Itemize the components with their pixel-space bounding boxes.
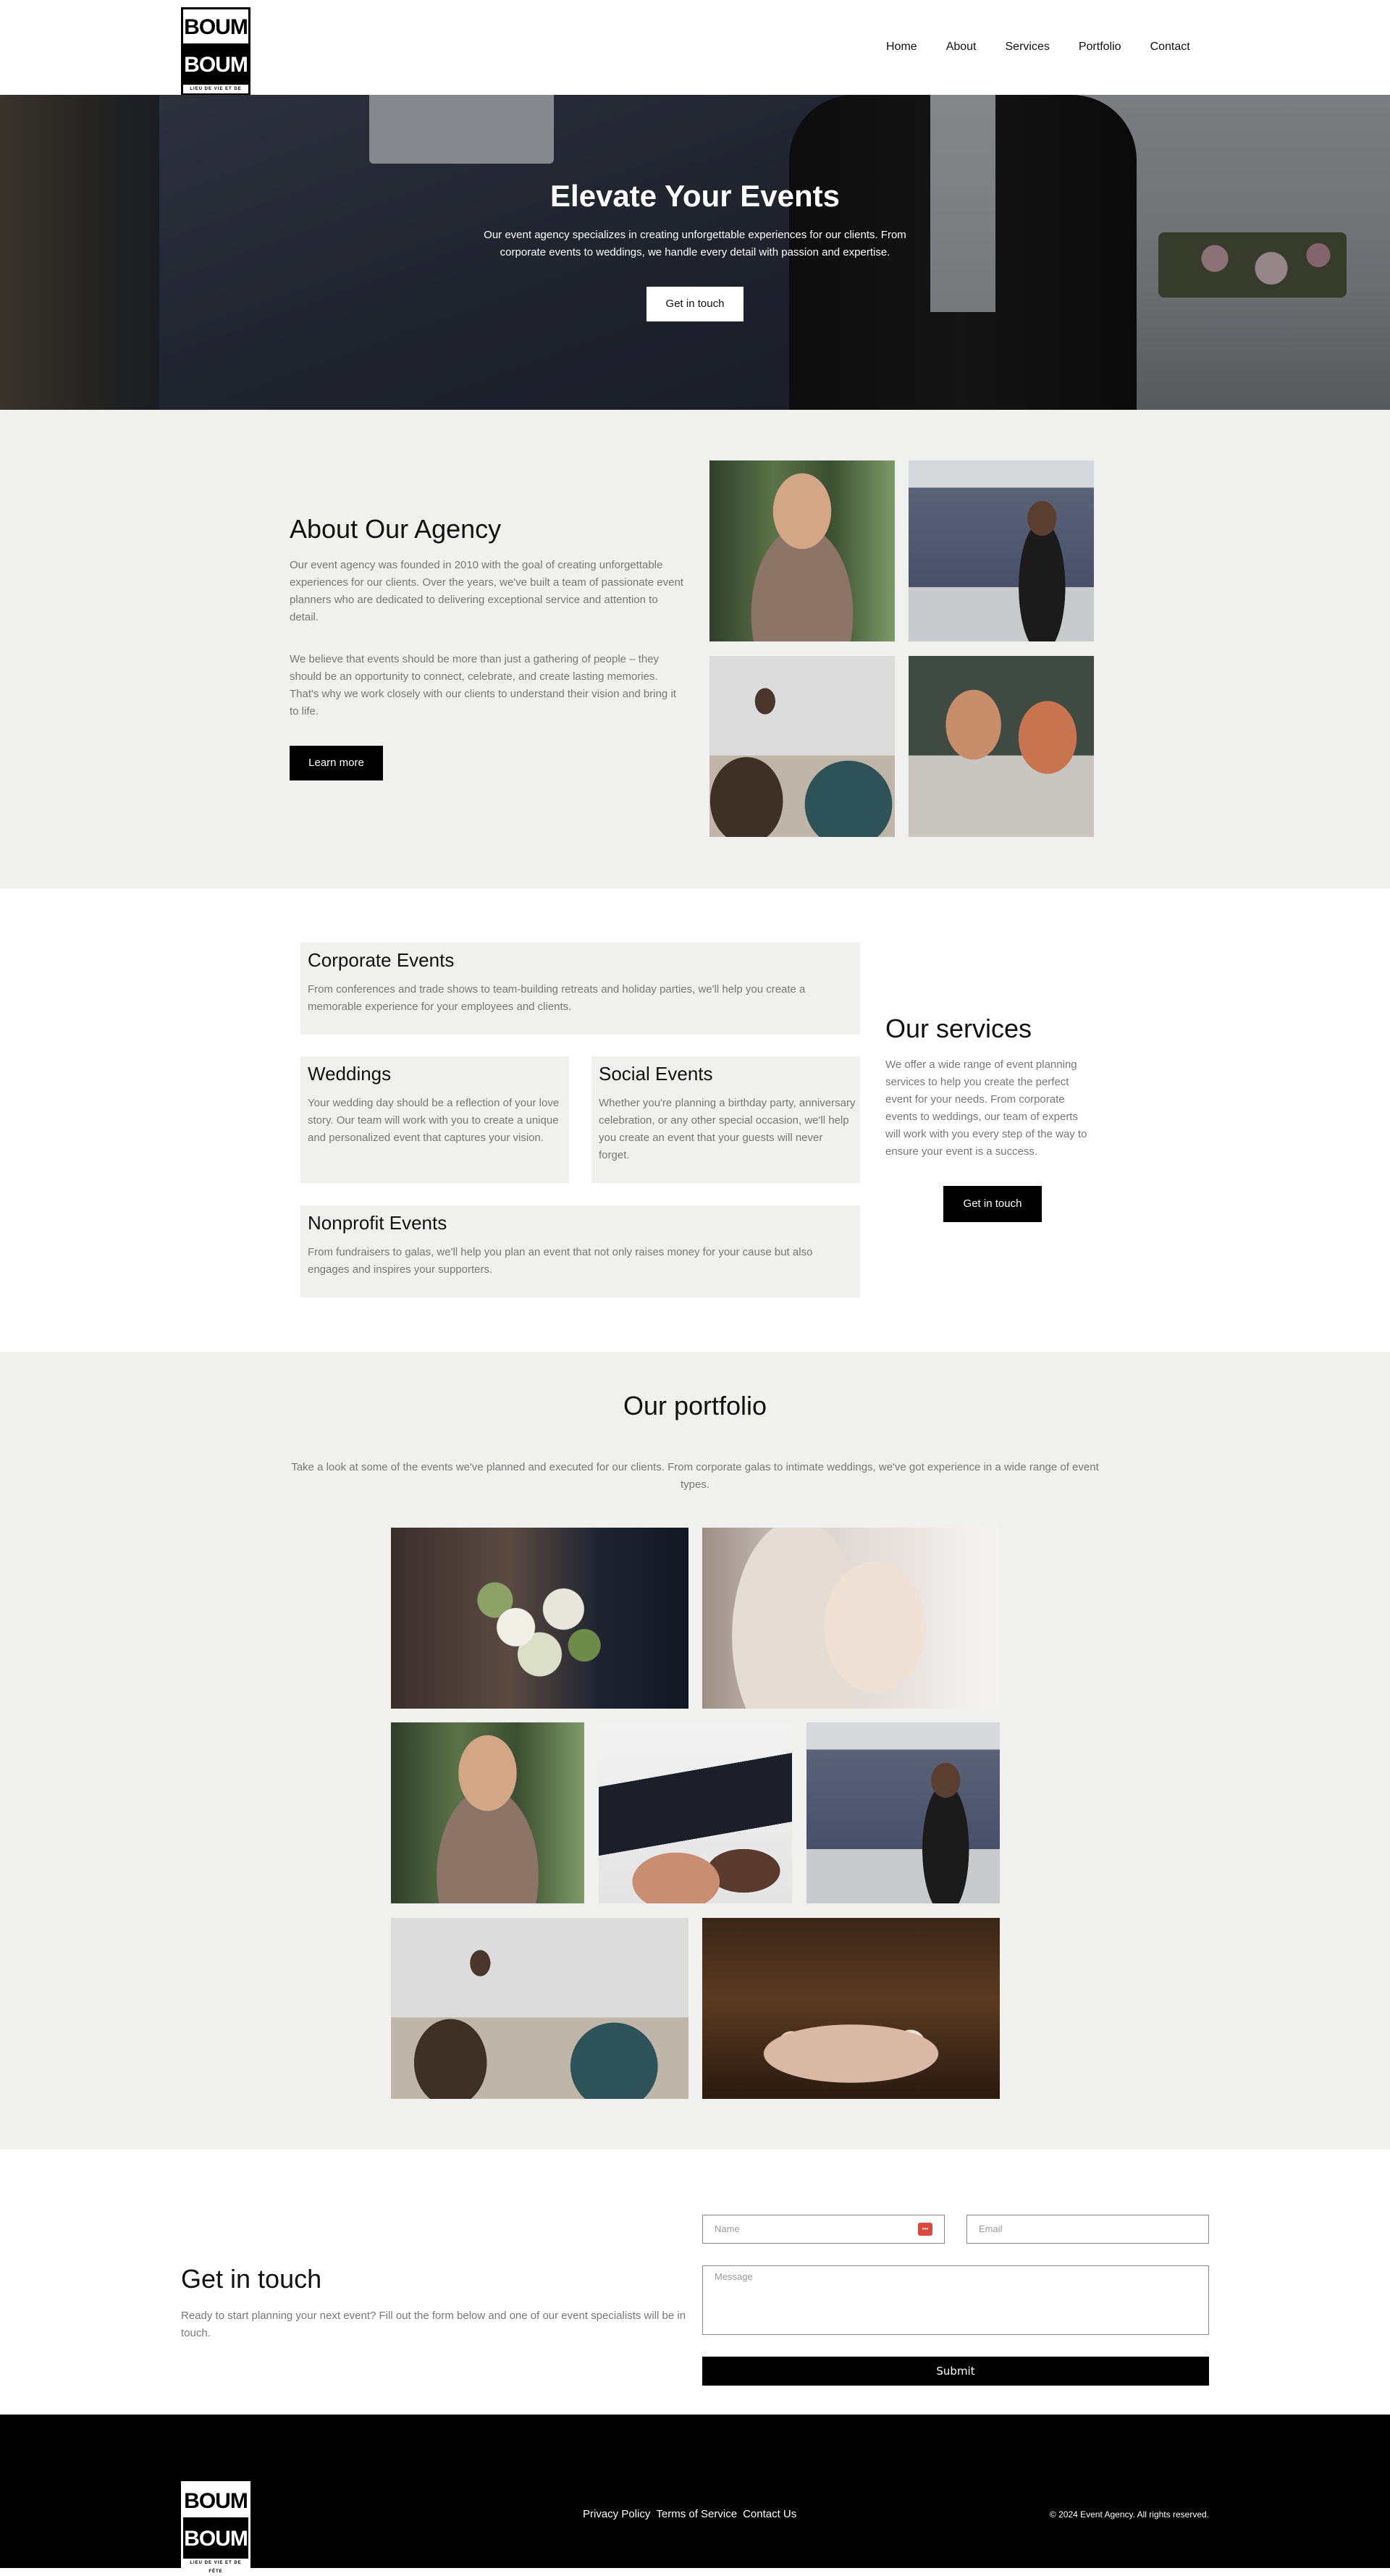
site-header: BOUM BOUM LIEU DE VIE ET DE FÊTE Home Ab… <box>0 0 1390 100</box>
about-photo-businesswoman <box>709 460 895 641</box>
logo-text-bottom: BOUM <box>183 46 248 85</box>
portfolio-photo-reception[interactable] <box>702 1918 1000 2099</box>
portfolio-photo-bouquet[interactable] <box>391 1528 688 1709</box>
footer-logo[interactable]: BOUM BOUM LIEU DE VIE ET DE FÊTE <box>181 2481 250 2574</box>
logo-tagline: LIEU DE VIE ET DE FÊTE <box>183 2559 248 2574</box>
name-placeholder: Name <box>715 2223 740 2234</box>
portfolio-section: Our portfolio Take a look at some of the… <box>0 1352 1390 2150</box>
contact-title: Get in touch <box>181 2264 322 2294</box>
logo-text-top: BOUM <box>183 9 248 46</box>
portfolio-photo-businesswoman[interactable] <box>391 1722 584 1903</box>
about-photo-meeting <box>909 656 1094 837</box>
service-card-social: Social Events Whether you're planning a … <box>591 1056 860 1183</box>
portfolio-title: Our portfolio <box>623 1391 767 1420</box>
logo-tagline: LIEU DE VIE ET DE FÊTE <box>183 85 248 100</box>
portfolio-photo-audience[interactable] <box>391 1918 688 2099</box>
about-photo-audience <box>709 656 895 837</box>
main-nav: Home About Services Portfolio Contact <box>886 39 1190 55</box>
service-card-text: Your wedding day should be a reflection … <box>308 1097 560 1144</box>
portfolio-photo-presenter[interactable] <box>806 1722 1000 1903</box>
service-card-weddings: Weddings Your wedding day should be a re… <box>300 1056 569 1183</box>
message-textarea[interactable]: Message <box>702 2265 1209 2335</box>
services-title: Our services <box>885 1014 1032 1043</box>
autofill-icon[interactable]: ••• <box>918 2223 932 2236</box>
submit-button[interactable]: Submit <box>702 2357 1209 2386</box>
about-paragraph-1: Our event agency was founded in 2010 wit… <box>290 559 683 623</box>
service-card-title: Nonprofit Events <box>308 1212 447 1234</box>
brand-logo[interactable]: BOUM BOUM LIEU DE VIE ET DE FÊTE <box>181 7 250 100</box>
nav-home[interactable]: Home <box>886 39 917 55</box>
service-card-text: From conferences and trade shows to team… <box>308 983 806 1013</box>
logo-text-top: BOUM <box>183 2483 248 2520</box>
learn-more-button[interactable]: Learn more <box>290 746 383 780</box>
about-paragraph-2: We believe that events should be more th… <box>290 653 676 717</box>
hero-section: Elevate Your Events Our event agency spe… <box>0 95 1390 410</box>
nav-portfolio[interactable]: Portfolio <box>1079 39 1121 55</box>
site-footer: BOUM BOUM LIEU DE VIE ET DE FÊTE Privacy… <box>0 2415 1390 2574</box>
contact-section: Get in touch Ready to start planning you… <box>0 2150 1390 2415</box>
name-input[interactable]: Name ••• <box>702 2215 945 2244</box>
service-card-title: Corporate Events <box>308 949 455 971</box>
service-card-title: Social Events <box>599 1063 713 1085</box>
footer-links: Privacy Policy Terms of Service Contact … <box>583 2506 796 2522</box>
service-card-title: Weddings <box>308 1063 392 1085</box>
logo-text-bottom: BOUM <box>183 2520 248 2559</box>
footer-link-privacy[interactable]: Privacy Policy <box>583 2506 650 2522</box>
nav-about[interactable]: About <box>946 39 977 55</box>
about-title: About Our Agency <box>290 514 502 544</box>
service-card-text: Whether you're planning a birthday party… <box>599 1097 856 1161</box>
service-card-text: From fundraisers to galas, we'll help yo… <box>308 1246 813 1276</box>
service-card-nonprofit: Nonprofit Events From fundraisers to gal… <box>300 1205 860 1297</box>
services-cta-button[interactable]: Get in touch <box>943 1186 1042 1222</box>
portfolio-photo-bride[interactable] <box>702 1528 1000 1709</box>
email-placeholder: Email <box>979 2223 1003 2234</box>
footer-link-contact[interactable]: Contact Us <box>743 2506 796 2522</box>
about-photo-presenter <box>909 460 1094 641</box>
service-card-corporate: Corporate Events From conferences and tr… <box>300 943 860 1035</box>
hero-title: Elevate Your Events <box>550 179 840 213</box>
services-description: We offer a wide range of event planning … <box>885 1058 1087 1158</box>
nav-contact[interactable]: Contact <box>1150 39 1190 55</box>
portfolio-description: Take a look at some of the events we've … <box>291 1461 1099 1491</box>
message-placeholder: Message <box>715 2271 753 2282</box>
contact-description: Ready to start planning your next event?… <box>181 2310 686 2339</box>
services-section: Corporate Events From conferences and tr… <box>0 888 1390 1352</box>
footer-link-terms[interactable]: Terms of Service <box>656 2506 737 2522</box>
portfolio-photo-laptop[interactable] <box>599 1722 792 1903</box>
email-input[interactable]: Email <box>966 2215 1209 2244</box>
hero-cta-button[interactable]: Get in touch <box>646 287 744 321</box>
hero-description: Our event agency specializes in creating… <box>484 229 906 258</box>
nav-services[interactable]: Services <box>1006 39 1050 55</box>
footer-copyright: © 2024 Event Agency. All rights reserved… <box>1049 2509 1209 2520</box>
about-section: About Our Agency Our event agency was fo… <box>0 410 1390 888</box>
